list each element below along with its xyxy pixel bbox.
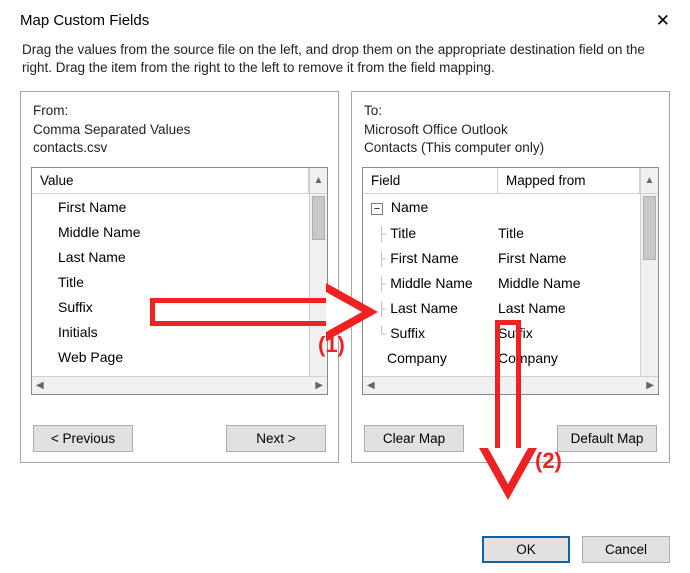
scroll-up-icon[interactable]: ▲ — [640, 168, 658, 193]
tree-item-field: Last Name — [390, 300, 458, 316]
list-item[interactable]: Last Name — [32, 244, 309, 269]
clear-map-button[interactable]: Clear Map — [364, 425, 464, 452]
cancel-button[interactable]: Cancel — [582, 536, 670, 563]
previous-button[interactable]: < Previous — [33, 425, 133, 452]
dialog-title: Map Custom Fields — [20, 12, 149, 29]
to-panel: To: Microsoft Office Outlook Contacts (T… — [351, 91, 670, 463]
from-listbox[interactable]: Value ▲ First Name Middle Name Last Name… — [31, 167, 328, 395]
default-map-button[interactable]: Default Map — [557, 425, 657, 452]
tree-item-mapped: Last Name — [498, 301, 640, 315]
from-filename: contacts.csv — [33, 139, 326, 157]
scroll-up-icon[interactable]: ▲ — [309, 168, 327, 193]
tree-item-mapped: Middle Name — [498, 276, 640, 290]
from-horizontal-scrollbar[interactable]: ◀ ▶ — [32, 376, 327, 394]
list-item[interactable]: Middle Name — [32, 219, 309, 244]
tree-branch-icon: ├ — [371, 226, 390, 241]
tree-branch-icon: ├ — [371, 276, 390, 291]
tree-item[interactable]: ├First Name First Name — [363, 245, 640, 270]
tree-item-field: Company — [387, 350, 447, 366]
scroll-right-icon[interactable]: ▶ — [646, 380, 654, 391]
to-folder: Contacts (This computer only) — [364, 139, 657, 157]
list-item-label: First Name — [58, 200, 126, 214]
tree-branch-icon: ├ — [371, 301, 390, 316]
list-item[interactable]: Web Page — [32, 344, 309, 369]
close-icon[interactable]: ✕ — [648, 10, 678, 31]
list-item[interactable]: Suffix — [32, 294, 309, 319]
tree-item-field: Suffix — [390, 325, 425, 341]
to-vertical-scrollbar[interactable] — [640, 194, 658, 376]
list-item-label: Middle Name — [58, 225, 140, 239]
tree-item[interactable]: Company Company — [363, 345, 640, 370]
ok-button[interactable]: OK — [482, 536, 570, 563]
from-heading: From: — [33, 102, 326, 120]
tree-item[interactable]: └Suffix Suffix — [363, 320, 640, 345]
list-item[interactable]: First Name — [32, 194, 309, 219]
from-panel: From: Comma Separated Values contacts.cs… — [20, 91, 339, 463]
tree-root-label: Name — [391, 199, 428, 215]
list-item[interactable]: Initials — [32, 319, 309, 344]
tree-item-mapped: First Name — [498, 251, 640, 265]
tree-branch-icon: ├ — [371, 251, 390, 266]
tree-collapse-icon[interactable]: − — [371, 203, 383, 215]
to-column-field[interactable]: Field — [363, 168, 498, 193]
tree-item-field: Middle Name — [390, 275, 472, 291]
dialog-instructions: Drag the values from the source file on … — [0, 37, 690, 91]
tree-item-field: Title — [390, 225, 416, 241]
annotation-label-1: (1) — [318, 332, 345, 358]
tree-root[interactable]: − Name — [363, 194, 640, 220]
list-item-label: Title — [58, 275, 84, 289]
scroll-left-icon[interactable]: ◀ — [367, 380, 375, 391]
tree-item[interactable]: ├Last Name Last Name — [363, 295, 640, 320]
tree-item[interactable]: ├Middle Name Middle Name — [363, 270, 640, 295]
scroll-right-icon[interactable]: ▶ — [315, 380, 323, 391]
list-item-label: Suffix — [58, 300, 93, 314]
from-column-header[interactable]: Value — [32, 168, 309, 193]
list-item[interactable]: Title — [32, 269, 309, 294]
to-heading: To: — [364, 102, 657, 120]
scroll-left-icon[interactable]: ◀ — [36, 380, 44, 391]
tree-item-field: First Name — [390, 250, 458, 266]
to-horizontal-scrollbar[interactable]: ◀ ▶ — [363, 376, 658, 394]
to-column-mapped[interactable]: Mapped from — [498, 168, 640, 193]
next-button[interactable]: Next > — [226, 425, 326, 452]
annotation-label-2: (2) — [535, 448, 562, 474]
tree-item[interactable]: ├Title Title — [363, 220, 640, 245]
list-item-label: Initials — [58, 325, 98, 339]
to-target-app: Microsoft Office Outlook — [364, 121, 657, 139]
from-source-type: Comma Separated Values — [33, 121, 326, 139]
tree-item-mapped: Suffix — [498, 326, 640, 340]
tree-branch-icon: └ — [371, 326, 390, 341]
to-listbox[interactable]: Field Mapped from ▲ − Name ├Title Tit — [362, 167, 659, 395]
list-item-label: Last Name — [58, 250, 126, 264]
list-item-label: Web Page — [58, 350, 123, 364]
tree-item-mapped: Title — [498, 226, 640, 240]
tree-item-mapped: Company — [498, 351, 640, 365]
